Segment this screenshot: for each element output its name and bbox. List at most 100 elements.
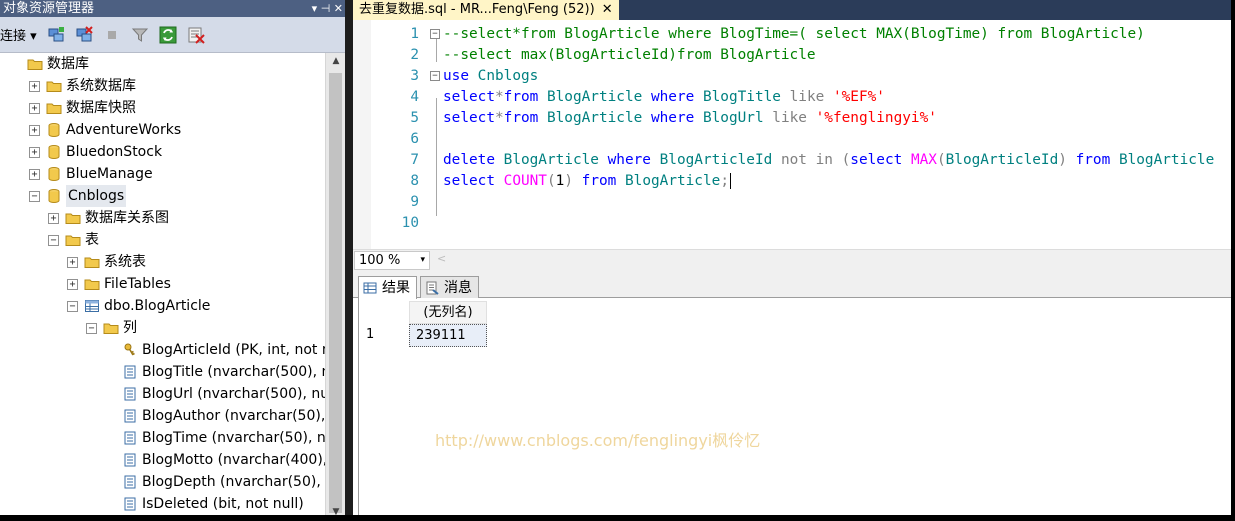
code-token: ) xyxy=(564,173,573,189)
code-token: ( xyxy=(936,152,946,168)
code-token: '%EF%' xyxy=(832,89,885,105)
code-token: BlogArticle xyxy=(546,110,643,126)
code-text: --select*from BlogArticle where BlogTime… xyxy=(443,24,1145,45)
stop-button[interactable] xyxy=(101,24,123,46)
code-token: ( xyxy=(546,173,556,189)
collapse-icon[interactable]: − xyxy=(67,300,78,312)
expand-icon[interactable]: + xyxy=(29,168,40,180)
panel-window-controls[interactable]: ▾ ⊣ ✕ xyxy=(312,0,343,17)
expand-icon[interactable]: + xyxy=(29,146,40,158)
sql-editor[interactable]: 1− --select*from BlogArticle where BlogTi… xyxy=(353,20,1231,249)
filter-button[interactable] xyxy=(129,24,151,46)
tab-messages[interactable]: 消息 xyxy=(420,276,479,298)
code-token: from xyxy=(1075,152,1111,168)
column-icon xyxy=(122,452,138,468)
tab-messages-label: 消息 xyxy=(444,279,472,296)
tree-node[interactable]: BlogTime (nvarchar(50), null) xyxy=(105,427,325,449)
expand-icon[interactable]: + xyxy=(29,124,40,136)
fold-guide-line xyxy=(436,35,437,62)
tree-node[interactable]: + FileTables xyxy=(67,273,171,295)
tree-node-label: Cnblogs xyxy=(66,185,127,207)
tree-node[interactable]: − Cnblogs xyxy=(29,185,127,207)
tree-node[interactable]: + 系统数据库 xyxy=(29,75,136,97)
results-grid: (无列名) 1 239111 http://www.cnblogs.com/fe… xyxy=(358,299,1231,515)
code-token: Cnblogs xyxy=(477,68,539,84)
tree-node[interactable]: + BluedonStock xyxy=(29,141,162,163)
scroll-up-arrow-icon[interactable]: ▲ xyxy=(326,53,346,70)
tab-results[interactable]: 结果 xyxy=(358,276,417,299)
connect-server-button[interactable] xyxy=(45,24,67,46)
tree-node[interactable]: IsDeleted (bit, not null) xyxy=(105,493,304,515)
line-number: 3 xyxy=(410,68,419,84)
folder-icon xyxy=(65,232,81,248)
tree-node[interactable]: + 系统表 xyxy=(67,251,146,273)
line-number: 6 xyxy=(410,131,419,147)
query-document-tab[interactable]: 去重复数据.sql - MR...Feng\Feng (52)) ✕ xyxy=(353,0,619,20)
collapse-icon[interactable]: − xyxy=(86,322,97,334)
connect-label: 连接 xyxy=(0,29,27,44)
refresh-button[interactable] xyxy=(157,24,179,46)
summary-button[interactable] xyxy=(185,24,207,46)
tree-node[interactable]: + 数据库快照 xyxy=(29,97,136,119)
object-explorer-toolbar: 连接 ▾ xyxy=(0,17,347,53)
tree-node[interactable]: BlogArticleId (PK, int, not null) xyxy=(105,339,325,361)
code-token: use xyxy=(443,68,469,84)
grid-row-number[interactable]: 1 xyxy=(362,324,408,347)
code-text: --select max(BlogArticleId)from BlogArti… xyxy=(443,45,816,66)
expand-icon[interactable]: + xyxy=(29,80,40,92)
expand-icon[interactable]: + xyxy=(29,102,40,114)
grid-cell-value[interactable]: 239111 xyxy=(409,324,487,347)
column-icon xyxy=(122,364,138,380)
results-tab-strip: 结果 消息 xyxy=(353,271,1231,299)
zoom-dropdown-icon[interactable]: ▾ xyxy=(420,252,425,269)
column-icon xyxy=(122,430,138,446)
document-tab-strip: 去重复数据.sql - MR...Feng\Feng (52)) ✕ xyxy=(353,0,1231,20)
panel-splitter[interactable] xyxy=(345,0,353,521)
stop-icon xyxy=(107,30,116,39)
horizontal-scroll-left-icon[interactable]: < xyxy=(437,252,446,265)
close-tab-icon[interactable]: ✕ xyxy=(602,0,613,20)
line-number: 2 xyxy=(410,47,419,63)
collapse-icon[interactable]: − xyxy=(29,190,40,202)
tree-node[interactable]: 数据库 xyxy=(10,53,89,75)
tree-node[interactable]: BlogMotto (nvarchar(400), null) xyxy=(105,449,325,471)
zoom-level-select[interactable]: 100 % ▾ xyxy=(354,251,430,270)
code-token: BlogArticle xyxy=(503,152,599,168)
disconnect-button[interactable] xyxy=(73,24,95,46)
tree-node[interactable]: − 表 xyxy=(48,229,99,251)
expand-icon[interactable]: + xyxy=(48,212,59,224)
tree-node[interactable]: − dbo.BlogArticle xyxy=(67,295,210,317)
tree-node[interactable]: BlogAuthor (nvarchar(50), null) xyxy=(105,405,325,427)
scrollbar-thumb[interactable] xyxy=(329,73,342,513)
fold-toggle-icon[interactable]: − xyxy=(430,71,440,81)
tree-node[interactable]: − 列 xyxy=(86,317,137,339)
pin-icon[interactable]: ▾ ⊣ ✕ xyxy=(312,0,343,17)
tab-results-label: 结果 xyxy=(382,280,410,296)
tree-node-label: BlogTitle (nvarchar(500), null) xyxy=(142,364,325,380)
tree-node[interactable]: + 数据库关系图 xyxy=(48,207,169,229)
tree-node[interactable]: BlogDepth (nvarchar(50), null) xyxy=(105,471,325,493)
tree-node[interactable]: BlogTitle (nvarchar(500), null) xyxy=(105,361,325,383)
code-token: * xyxy=(494,89,504,105)
connect-dropdown-button[interactable]: 连接 ▾ xyxy=(0,25,39,44)
expand-icon[interactable]: + xyxy=(67,256,78,268)
tree-vertical-scrollbar[interactable]: ▲ ▼ xyxy=(325,53,345,521)
tree-node[interactable]: BlogUrl (nvarchar(500), null) xyxy=(105,383,325,405)
collapse-icon[interactable]: − xyxy=(48,234,59,246)
tree-node[interactable]: + AdventureWorks xyxy=(29,119,181,141)
code-token: COUNT xyxy=(503,173,547,189)
grid-column-header[interactable]: (无列名) xyxy=(409,301,487,324)
refresh-icon xyxy=(159,26,177,43)
tree-node[interactable]: + BlueManage xyxy=(29,163,153,185)
fold-toggle-icon[interactable]: − xyxy=(430,29,440,39)
expand-icon[interactable]: + xyxy=(67,278,78,290)
code-token: where xyxy=(650,89,695,105)
